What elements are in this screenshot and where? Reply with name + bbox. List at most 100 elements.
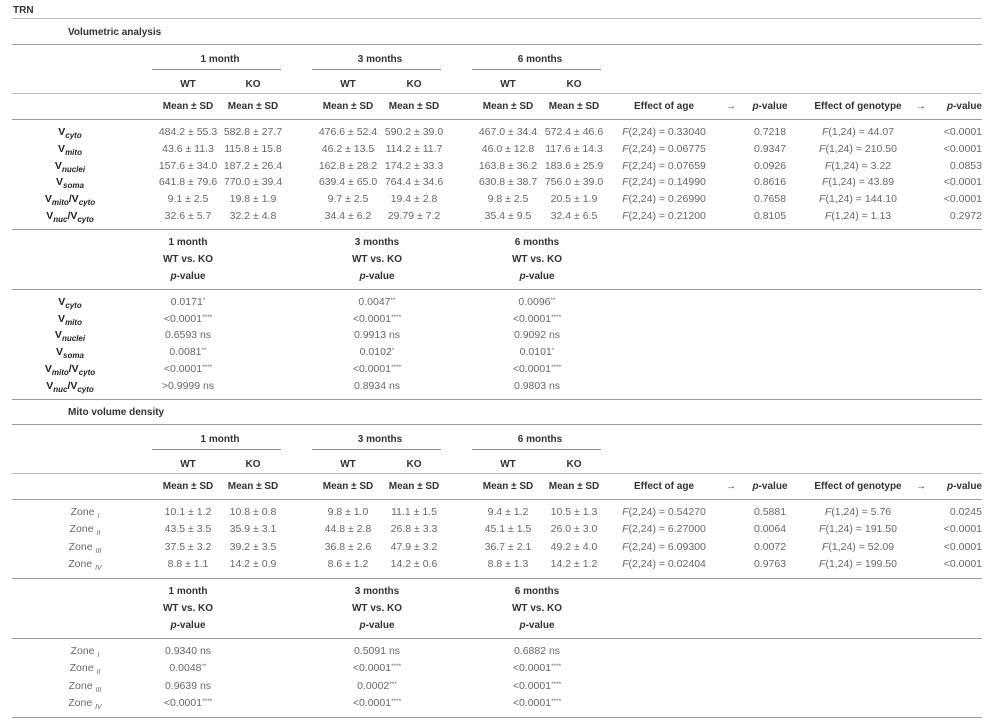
genotype-f-statistic: F(1,24) = 1.13: [824, 210, 892, 222]
mean-sd-value: 174.2 ± 33.3: [384, 159, 444, 172]
mean-sd-value: 590.2 ± 39.0: [384, 126, 444, 138]
posthoc-p-value: 0.0048**: [169, 662, 207, 675]
arrow-icon: →: [726, 101, 736, 112]
mean-sd-value: 157.6 ± 34.0: [158, 159, 218, 172]
significance-stars: *: [202, 296, 206, 304]
row-label: Vmito: [58, 312, 82, 327]
mean-sd-value: 32.6 ± 5.7: [164, 210, 212, 222]
mean-sd-value: 117.6 ± 14.3: [545, 142, 603, 155]
mean-sd-value: 9.8 ± 2.5: [487, 193, 529, 206]
age-f-statistic: F(2,24) = 0.33040: [622, 126, 706, 138]
mean-sd-value: 39.2 ± 3.5: [229, 540, 277, 553]
mean-sd-value: 32.4 ± 6.5: [550, 210, 598, 222]
row-label: Vsoma: [56, 346, 84, 361]
row-label: Vnuc/Vcyto: [46, 210, 94, 225]
mean-sd-value: 770.0 ± 39.4: [223, 176, 283, 189]
mean-sd-value: 11.1 ± 1.5: [391, 505, 437, 518]
genotype-header: WT: [180, 79, 196, 90]
arrow-icon: →: [916, 101, 926, 112]
row-label: Vcyto: [58, 126, 82, 141]
significance-stars: *: [391, 347, 395, 355]
genotype-header: WT: [500, 79, 516, 90]
genotype-p-value: <0.0001: [943, 558, 982, 571]
genotype-p-value: 0.0853: [949, 159, 982, 172]
mean-sd-value: 14.2 ± 0.9: [229, 558, 277, 571]
significance-stars: ****: [551, 698, 562, 706]
stat-header: Mean ± SD: [388, 101, 440, 112]
significance-stars: ****: [391, 663, 402, 671]
posthoc-p-header: p-value: [359, 619, 395, 631]
significance-stars: ****: [202, 364, 213, 371]
mean-sd-value: 29.79 ± 7.2: [387, 210, 441, 222]
age-p-value: 0.7658: [753, 193, 787, 206]
posthoc-compare-header: WT vs. KO: [511, 253, 563, 265]
mean-sd-value: 35.9 ± 3.1: [229, 523, 277, 536]
posthoc-p-value: <0.0001****: [352, 312, 402, 325]
group-header: 1 month: [200, 433, 240, 445]
section-divider: [12, 44, 982, 45]
significance-stars: **: [390, 296, 396, 304]
genotype-p-value: 0.0245: [949, 505, 982, 518]
significance-stars: ****: [551, 663, 562, 671]
row-label: Zone II: [69, 523, 101, 538]
mean-sd-value: 19.8 ± 1.9: [229, 193, 277, 206]
mean-sd-value: 32.2 ± 4.8: [229, 210, 277, 222]
effect-of-age-header: Effect of age: [633, 480, 695, 492]
significance-stars: ***: [389, 680, 397, 688]
posthoc-p-value: 0.0002***: [357, 679, 397, 692]
genotype-f-statistic: F(1,24) = 5.76: [824, 505, 892, 518]
row-label: Zone III: [68, 679, 102, 694]
mean-sd-value: 9.1 ± 2.5: [167, 193, 209, 206]
mean-sd-value: 43.6 ± 11.3: [162, 142, 214, 155]
genotype-p-value: <0.0001: [943, 193, 982, 206]
age-p-value: 0.8616: [753, 176, 787, 189]
genotype-p-value: <0.0001: [943, 126, 982, 138]
mean-sd-value: 10.8 ± 0.8: [229, 505, 277, 518]
significance-stars: ****: [551, 364, 562, 371]
section-divider: [12, 423, 982, 425]
genotype-f-statistic: F(1,24) = 210.50: [819, 142, 897, 155]
posthoc-p-value: 0.6882 ns: [513, 644, 561, 657]
arrow-icon: →: [726, 480, 736, 492]
age-f-statistic: F(2,24) = 0.14990: [622, 176, 706, 189]
posthoc-p-value: <0.0001****: [512, 662, 562, 675]
stat-header: Mean ± SD: [548, 101, 600, 112]
significance-stars: ****: [391, 698, 402, 706]
genotype-header: WT: [500, 458, 516, 470]
posthoc-p-header: p-value: [359, 270, 395, 282]
mean-sd-value: 46.2 ± 13.5: [321, 142, 375, 155]
mean-sd-value: 10.1 ± 1.2: [164, 505, 212, 518]
stat-header: Mean ± SD: [227, 480, 279, 492]
genotype-header: KO: [406, 458, 422, 470]
mean-sd-value: 26.8 ± 3.3: [390, 523, 438, 536]
mean-sd-value: 183.6 ± 25.9: [544, 159, 604, 172]
posthoc-p-header: p-value: [170, 270, 206, 282]
stat-header: Mean ± SD: [482, 101, 534, 112]
posthoc-p-value: <0.0001****: [512, 363, 562, 375]
posthoc-p-header: p-value: [519, 619, 555, 631]
posthoc-p-header: p-value: [519, 270, 555, 282]
significance-stars: ****: [551, 680, 562, 688]
mean-sd-value: 47.9 ± 3.2: [390, 540, 438, 553]
mean-sd-value: 187.2 ± 26.4: [223, 159, 283, 172]
stat-header: Mean ± SD: [482, 480, 534, 492]
genotype-f-statistic: F(1,24) = 52.09: [821, 540, 895, 553]
mean-sd-value: 9.4 ± 1.2: [487, 505, 529, 518]
header-divider: [12, 498, 982, 500]
posthoc-p-value: 0.6593 ns: [164, 329, 212, 342]
table-bottom-divider: [12, 716, 982, 718]
group-underline: [472, 69, 601, 70]
group-header: 6 months: [517, 433, 563, 445]
posthoc-group-header: 3 months: [354, 585, 400, 597]
row-label: Vcyto: [58, 295, 82, 310]
mean-sd-value: 36.8 ± 2.6: [324, 540, 372, 553]
posthoc-compare-header: WT vs. KO: [351, 253, 403, 265]
genotype-f-statistic: F(1,24) = 191.50: [819, 523, 897, 536]
posthoc-p-value: <0.0001****: [352, 697, 402, 710]
significance-stars: **: [201, 663, 207, 671]
row-label: Vnuc/Vcyto: [46, 379, 94, 394]
age-f-statistic: F(2,24) = 0.26990: [622, 193, 706, 206]
mean-sd-value: 756.0 ± 39.0: [544, 176, 604, 189]
significance-stars: ****: [551, 313, 562, 321]
genotype-f-statistic: F(1,24) = 199.50: [819, 558, 897, 571]
